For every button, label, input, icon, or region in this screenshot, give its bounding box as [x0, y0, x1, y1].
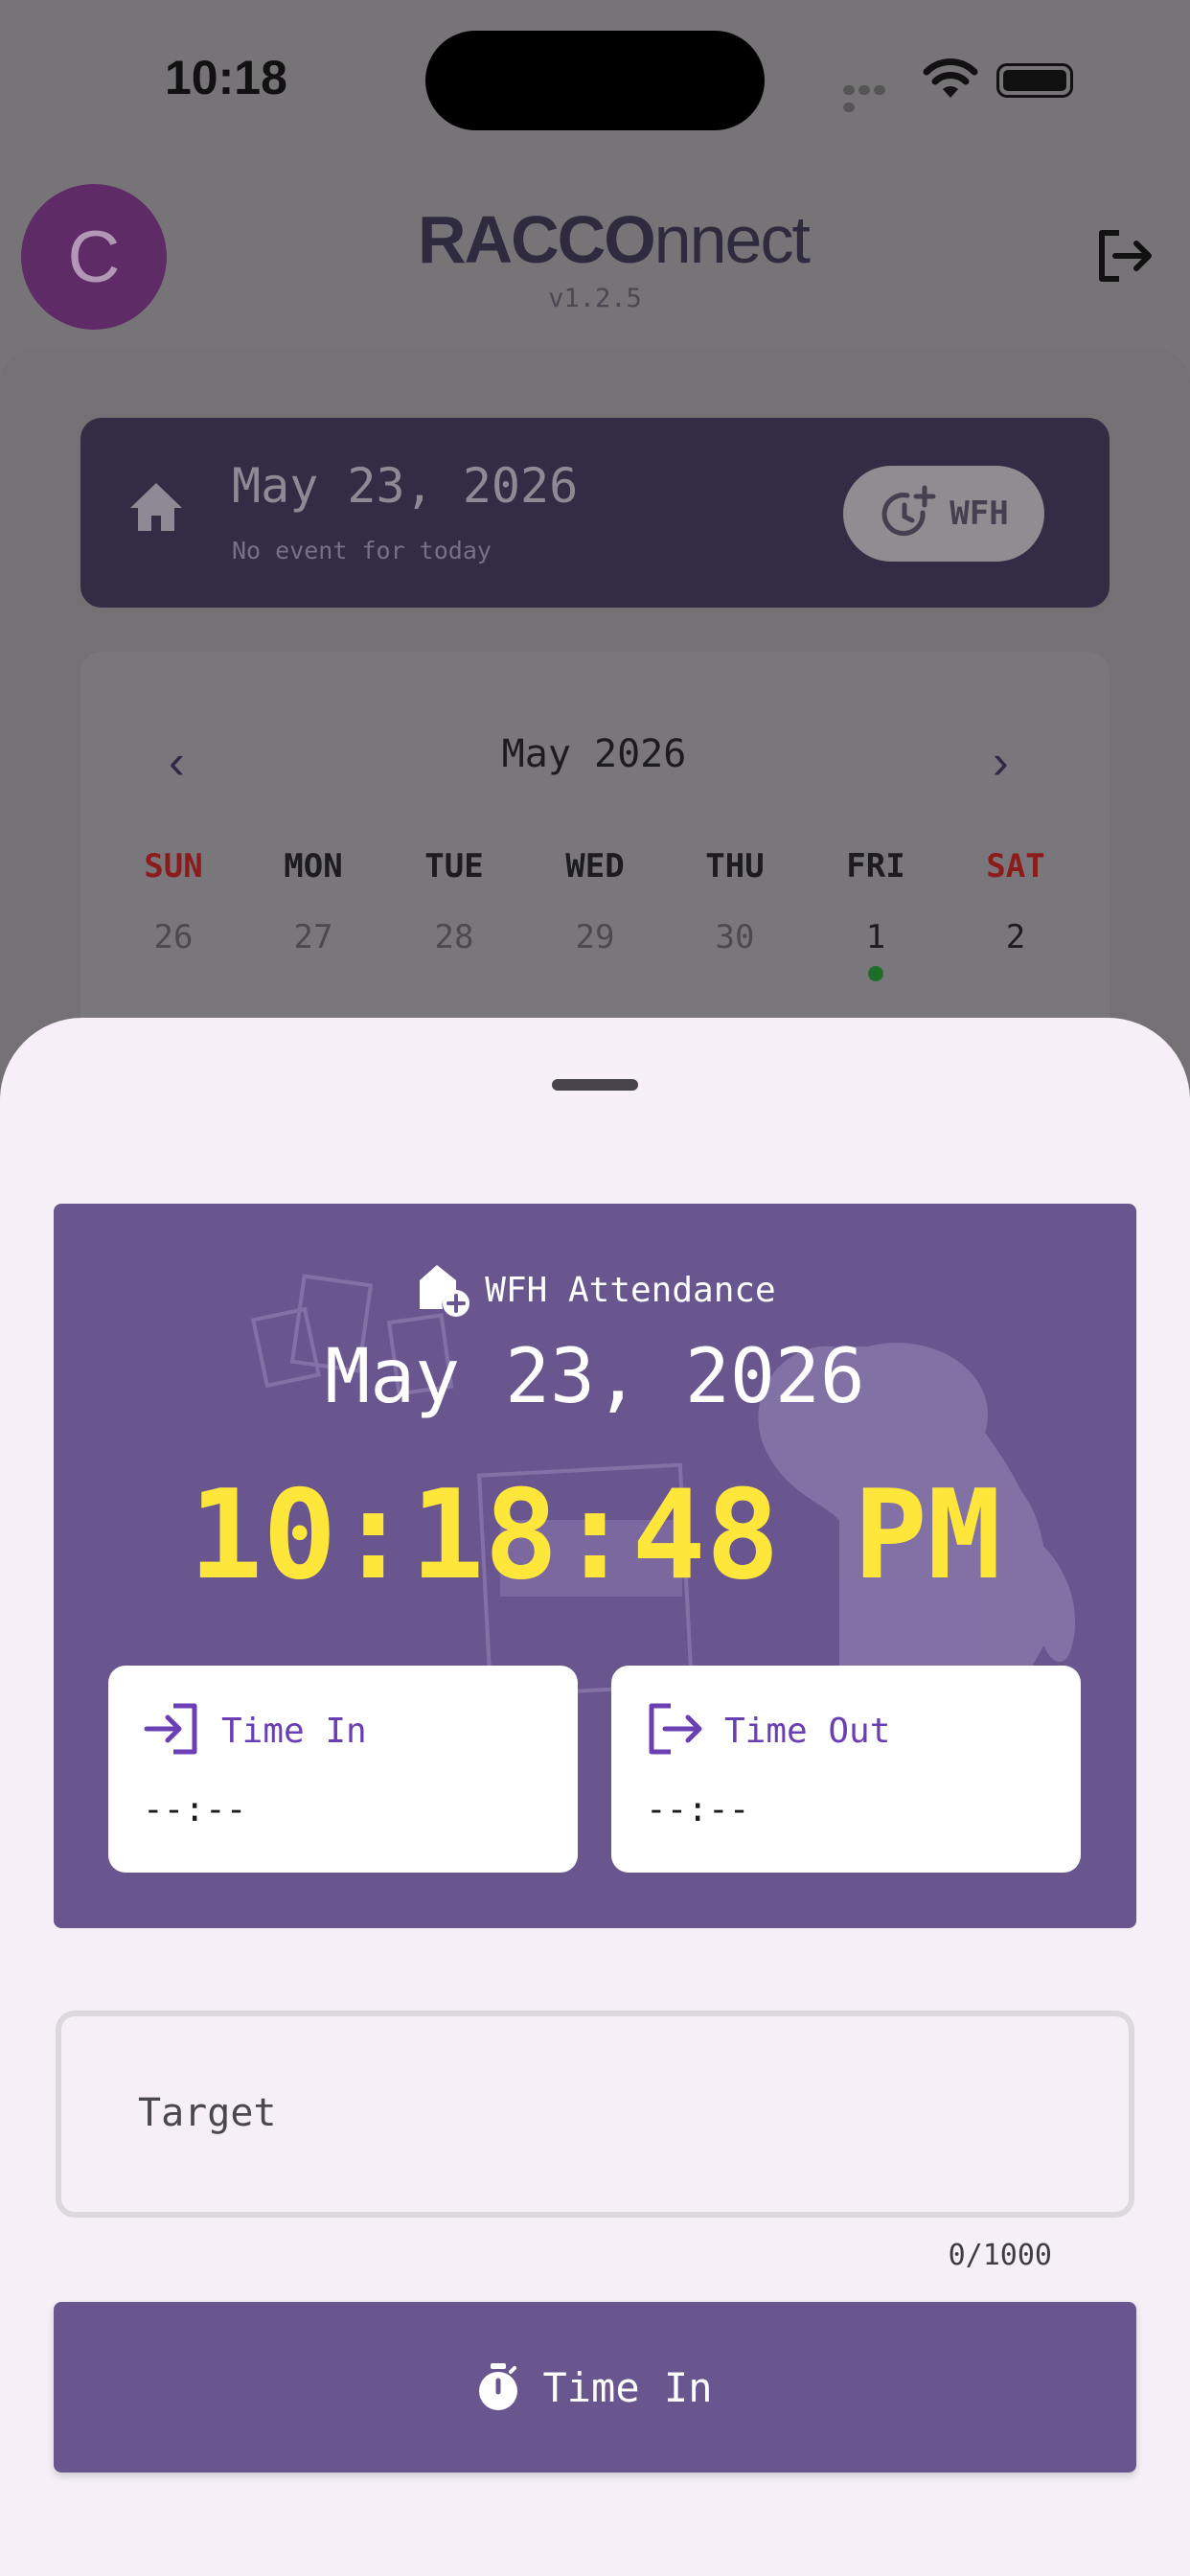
today-date: May 23, 2026	[232, 458, 579, 514]
logout-icon[interactable]	[1094, 228, 1154, 284]
calendar-day[interactable]: 1	[818, 918, 933, 956]
cellular-signal-icon	[843, 82, 903, 112]
logout-icon	[649, 1703, 702, 1755]
calendar-day[interactable]: 2	[958, 918, 1073, 956]
calendar-day[interactable]: 29	[538, 918, 652, 956]
calendar-month: May 2026	[501, 732, 687, 776]
time-in-label: Time In	[221, 1712, 367, 1751]
calendar-day[interactable]: 30	[677, 918, 792, 956]
event-dot	[868, 966, 883, 981]
app-version: v1.2.5	[548, 284, 642, 313]
calendar-prev-icon[interactable]: ‹	[169, 734, 185, 790]
sheet-drag-handle[interactable]	[552, 1079, 638, 1091]
time-in-button[interactable]: Time In	[54, 2302, 1136, 2472]
logo-bold: RACCO	[418, 202, 656, 277]
time-out-value: --:--	[646, 1790, 750, 1829]
calendar-day[interactable]: 28	[397, 918, 512, 956]
character-counter: 0/1000	[948, 2239, 1052, 2272]
home-icon	[130, 483, 182, 531]
time-in-box: Time In --:--	[108, 1666, 578, 1873]
weekday-tue: TUE	[424, 847, 484, 886]
login-icon	[144, 1703, 197, 1755]
stopwatch-icon	[479, 2363, 518, 2410]
calendar-day[interactable]: 26	[116, 918, 231, 956]
attendance-title: WFH Attendance	[485, 1270, 776, 1310]
weekday-wed: WED	[565, 847, 625, 886]
time-out-box: Time Out --:--	[611, 1666, 1081, 1873]
calendar-next-icon[interactable]: ›	[993, 734, 1009, 790]
time-in-value: --:--	[143, 1790, 247, 1829]
weekday-thu: THU	[705, 847, 765, 886]
wfh-chip-button[interactable]: WFH	[843, 466, 1044, 562]
weekday-sat: SAT	[986, 847, 1045, 886]
avatar[interactable]: C	[21, 184, 167, 330]
battery-tip	[996, 63, 1073, 98]
wfh-chip-label: WFH	[950, 494, 1009, 533]
time-out-label: Time Out	[724, 1712, 891, 1751]
app-logo: RACCOnnect	[418, 201, 811, 278]
attendance-date: May 23, 2026	[325, 1334, 865, 1420]
logo-light: nnect	[653, 202, 811, 277]
weekday-fri: FRI	[846, 847, 905, 886]
calendar-day[interactable]: 27	[256, 918, 371, 956]
weekday-mon: MON	[284, 847, 343, 886]
dynamic-island	[425, 31, 765, 130]
today-subtitle: No event for today	[232, 537, 492, 564]
home-add-icon	[420, 1265, 470, 1317]
status-time: 10:18	[165, 51, 287, 104]
weekday-sun: SUN	[144, 847, 203, 886]
clock-add-icon	[881, 485, 936, 537]
time-in-button-label: Time In	[542, 2363, 713, 2411]
attendance-title-row: WFH Attendance	[0, 1261, 1190, 1319]
live-clock: 10:18:48 PM	[189, 1464, 1001, 1607]
target-placeholder: Target	[138, 2091, 277, 2135]
wifi-icon	[923, 58, 978, 98]
